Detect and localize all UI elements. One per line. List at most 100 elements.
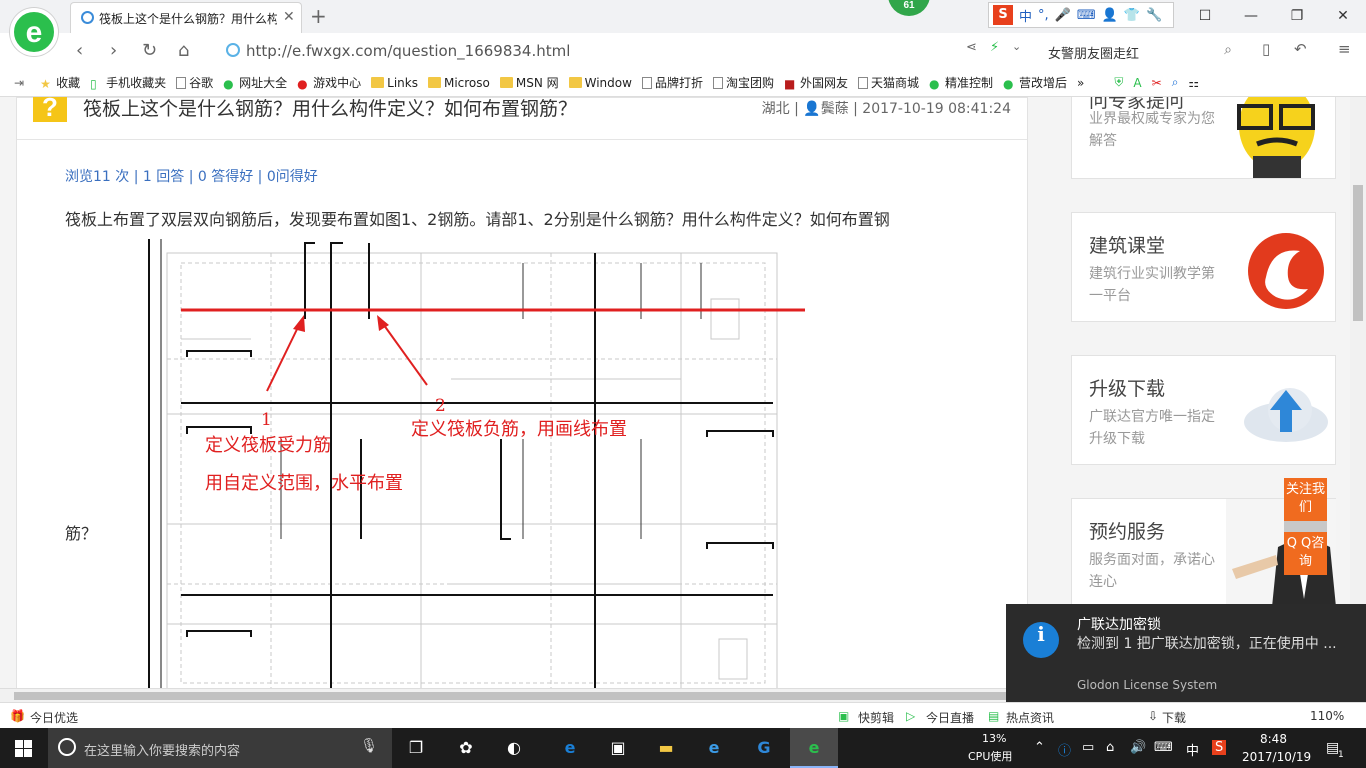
sidebar-expert-card[interactable]: 问专家提问 业界最权威专家为您解答 [1071, 97, 1336, 179]
sidebar-toggle-icon[interactable]: ⇥ [14, 76, 24, 90]
translate-icon[interactable]: A [1133, 76, 1141, 90]
battery-icon[interactable]: ▭ [1082, 740, 1094, 755]
home-icon[interactable]: ⌂ [178, 40, 189, 61]
sidebar-class-card[interactable]: 建筑课堂 建筑行业实训教学第一平台 [1071, 212, 1336, 322]
minimize-button[interactable]: — [1228, 0, 1274, 32]
play-icon[interactable]: ▷ [906, 709, 915, 723]
search-input[interactable]: 女警朋友圈走红 ⌕ [1040, 38, 1240, 64]
bookmark-games[interactable]: ● 游戏中心 [297, 74, 361, 91]
clock-time[interactable]: 8:48 [1260, 732, 1287, 746]
bookmark-links[interactable]: Links [371, 76, 418, 90]
start-button[interactable] [15, 740, 32, 757]
cpu-percent[interactable]: 13% [982, 732, 1006, 745]
downloads[interactable]: 下载 [1162, 709, 1186, 726]
search-icon[interactable]: ⌕ [1224, 42, 1232, 58]
notification-badge[interactable]: 61 [888, 0, 930, 16]
keyboard-icon[interactable]: ⌨ [1077, 8, 1096, 23]
taskbar-search-placeholder[interactable]: 在这里输入你要搜索的内容 [84, 740, 240, 759]
network-icon[interactable]: ⌂ [1106, 740, 1114, 755]
forward-icon[interactable]: › [110, 40, 117, 61]
edge-icon[interactable]: e [558, 736, 582, 760]
browser-taskbar-icon[interactable]: e [802, 736, 826, 760]
url-text[interactable]: http://e.fwxgx.com/question_1669834.html [246, 42, 570, 60]
mic-icon[interactable]: 🎤 [1055, 8, 1071, 23]
new-tab-button[interactable]: + [310, 4, 327, 28]
menu-icon[interactable]: ≡ [1338, 40, 1351, 58]
cpu-label[interactable]: CPU使用 [968, 748, 1012, 764]
browser-logo-icon[interactable]: e [10, 8, 58, 56]
maximize-button[interactable]: ❐ [1274, 0, 1320, 32]
fan-app-icon[interactable]: ✿ [454, 736, 478, 760]
ime-tray-mode[interactable]: 中 [1186, 740, 1199, 759]
grid-icon[interactable]: ⚏ [1188, 76, 1199, 90]
chevron-down-icon[interactable]: ⌄ [1012, 40, 1021, 53]
bookmark-mobile[interactable]: ▯ 手机收藏夹 [90, 74, 166, 91]
refresh-icon[interactable]: ↻ [142, 40, 157, 61]
bookmark-tmall[interactable]: 天猫商城 [858, 74, 919, 91]
zoom-icon[interactable]: ⌕ [1172, 75, 1179, 90]
lightning-icon[interactable]: ⚡ [990, 40, 999, 55]
tab-active[interactable]: 筏板上这个是什么钢筋？用什么构 ✕ [70, 2, 302, 33]
cortana-icon[interactable] [58, 738, 76, 756]
close-window-button[interactable]: ✕ [1320, 0, 1366, 32]
bookmark-foreign[interactable]: ■ 外国网友 [784, 74, 848, 91]
ime-mode[interactable]: 中 [1019, 6, 1032, 25]
swirl-app-icon[interactable]: ◐ [502, 736, 526, 760]
search-text[interactable]: 女警朋友圈走红 [1048, 43, 1139, 62]
bookmark-wechat[interactable]: ● 精准控制 [929, 74, 993, 91]
url-field[interactable]: http://e.fwxgx.com/question_1669834.html [220, 38, 940, 64]
more-bookmarks-icon[interactable]: » [1077, 76, 1084, 90]
bookmark-microsoft[interactable]: Microso [427, 76, 490, 90]
clock-date[interactable]: 2017/10/19 [1242, 750, 1311, 764]
undo-icon[interactable]: ↶ [1294, 40, 1307, 58]
bookmark-brand[interactable]: 品牌打折 [641, 74, 703, 91]
keyboard-tray-icon[interactable]: ⌨ [1154, 740, 1173, 755]
user-icon[interactable]: 👤 [1102, 8, 1118, 23]
bookmark-tax[interactable]: ● 营改增后 [1003, 74, 1067, 91]
bookmark-hao[interactable]: ● 网址大全 [223, 74, 287, 91]
bookmark-windows[interactable]: Window [568, 76, 632, 90]
license-notification[interactable]: i 广联达加密锁 检测到 1 把广联达加密锁，正在使用中 ... Glodon … [1006, 604, 1366, 702]
info-tray-icon[interactable]: ⓘ [1058, 740, 1071, 759]
volume-icon[interactable]: 🔊 [1130, 740, 1146, 755]
today-picks[interactable]: 今日优选 [30, 709, 78, 726]
wrench-icon[interactable]: 🔧 [1146, 8, 1162, 23]
glodon-app-icon[interactable]: G [752, 736, 776, 760]
vertical-scrollbar[interactable] [1350, 97, 1366, 688]
qq-consult-button[interactable]: Q Q咨询 [1284, 532, 1327, 575]
mobile-icon[interactable]: ▯ [1262, 40, 1270, 58]
ie-icon[interactable]: e [702, 736, 726, 760]
store-icon[interactable]: ▣ [606, 736, 630, 760]
bookmark-msn[interactable]: MSN 网 [499, 74, 559, 91]
cad-drawing-image[interactable]: 1 2 定义筏板受力筋 用自定义范围，水平布置 定义筏板负筋，用画线布置 [121, 239, 809, 688]
clip-icon[interactable]: ▣ [838, 709, 849, 723]
news-icon[interactable]: ▤ [988, 709, 999, 723]
bookmark-favorites[interactable]: ★ 收藏 [40, 74, 80, 91]
today-live[interactable]: 今日直播 [926, 709, 974, 726]
close-tab-icon[interactable]: ✕ [283, 9, 295, 25]
sogou-tray-icon[interactable]: S [1212, 740, 1227, 755]
question-stats[interactable]: 浏览11 次 | 1 回答 | 0 答得好 | 0问得好 [65, 166, 318, 186]
sogou-icon[interactable]: S [993, 5, 1013, 25]
back-icon[interactable]: ‹ [76, 40, 83, 61]
bookmark-google[interactable]: 谷歌 [176, 74, 213, 91]
ime-punct[interactable]: °, [1038, 8, 1049, 23]
zoom-level[interactable]: 110% [1310, 709, 1344, 723]
download-icon[interactable]: ⇩ [1148, 709, 1158, 723]
bookmark-taobao[interactable]: 淘宝团购 [712, 74, 774, 91]
taskbar-search-input[interactable]: 在这里输入你要搜索的内容 🎙 [48, 728, 392, 768]
task-view-icon[interactable]: ❐ [404, 736, 428, 760]
file-explorer-icon[interactable]: ▬ [654, 736, 678, 760]
shield-icon[interactable]: ⛨ [1114, 75, 1123, 90]
share-icon[interactable]: ⋖ [966, 40, 977, 55]
hot-news[interactable]: 热点资讯 [1006, 709, 1054, 726]
gift-icon[interactable]: 🎁 [10, 709, 25, 723]
mic-icon[interactable]: 🎙 [360, 738, 378, 754]
scissors-icon[interactable]: ✂ [1152, 76, 1162, 90]
ime-toolbar[interactable]: S 中 °, 🎤 ⌨ 👤 👕 🔧 [988, 2, 1174, 28]
quick-clip[interactable]: 快剪辑 [858, 709, 894, 726]
shirt-icon[interactable]: 👕 [1124, 8, 1140, 23]
show-hidden-icon[interactable]: ⌃ [1034, 740, 1045, 755]
sidebar-upgrade-card[interactable]: 升级下载 广联达官方唯一指定升级下载 [1071, 355, 1336, 465]
question-meta[interactable]: 湖北 | 👤鬓蒢 | 2017-10-19 08:41:24 [762, 98, 1011, 118]
